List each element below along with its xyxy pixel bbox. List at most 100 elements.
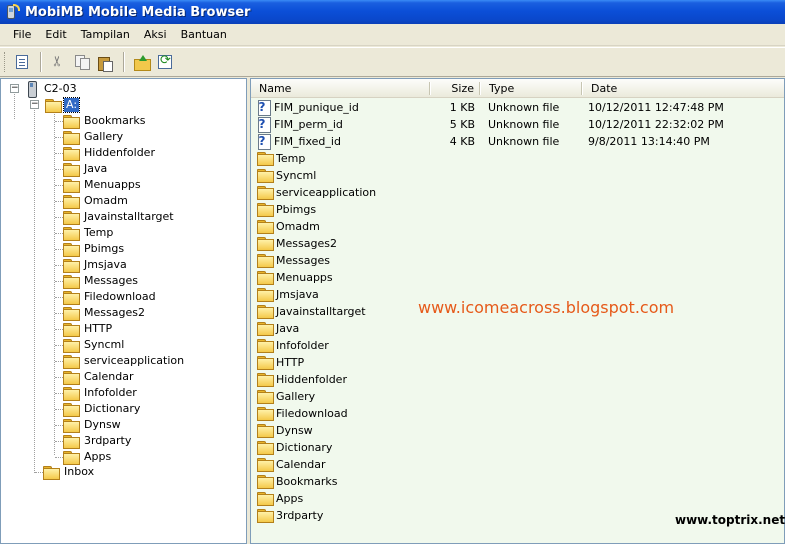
tree-item-folder[interactable]: Hiddenfolder [63,145,157,161]
column-header-type[interactable]: Type [481,79,581,98]
tree-item-folder[interactable]: HTTP [63,321,114,337]
tree-item-folder[interactable]: Messages2 [63,305,147,321]
tree-item-folder[interactable]: Javainstalltarget [63,209,176,225]
tree-item-folder[interactable]: Infofolder [63,385,139,401]
column-header-name[interactable]: Name [251,79,429,98]
folder-tree[interactable]: − C2-03 − A: Bookmarks Gallery Hiddenfolde… [0,78,247,544]
refresh-button[interactable] [154,51,176,73]
cut-button[interactable] [48,51,70,73]
menu-help[interactable]: Bantuan [174,26,234,43]
tree-item-folder[interactable]: Menuapps [63,177,143,193]
tree-item-folder[interactable]: 3rdparty [63,433,133,449]
tree-item-device[interactable]: − C2-03 [9,81,79,98]
tree-line [55,201,63,202]
list-item-folder[interactable]: HTTP [251,354,784,371]
folder-icon [257,152,274,166]
list-item-folder[interactable]: Filedownload [251,405,784,422]
menu-view[interactable]: Tampilan [74,26,137,43]
collapse-toggle[interactable]: − [30,100,39,109]
tree-item-label: Filedownload [84,290,156,303]
file-name: FIM_perm_id [274,118,343,131]
tree-line [55,233,63,234]
tree-item-folder[interactable]: Pbimgs [63,241,126,257]
list-item-folder[interactable]: Omadm [251,218,784,235]
menu-bar: File Edit Tampilan Aksi Bantuan [0,24,785,46]
folder-name-cell: Gallery [257,388,427,405]
tree-item-folder[interactable]: Syncml [63,337,126,353]
menu-file[interactable]: File [6,26,38,43]
list-header: Name Size Type Date [251,79,784,98]
collapse-toggle[interactable]: − [10,84,19,93]
folder-icon [63,130,80,145]
list-item-folder[interactable]: serviceapplication [251,184,784,201]
folder-name: Gallery [276,390,316,403]
unknown-file-icon [257,117,271,133]
list-item-folder[interactable]: Pbimgs [251,201,784,218]
folder-name-cell: Javainstalltarget [257,303,427,320]
list-item-folder[interactable]: Infofolder [251,337,784,354]
list-item-folder[interactable]: Syncml [251,167,784,184]
tree-item-folder[interactable]: Java [63,161,109,177]
list-item-folder[interactable]: Java [251,320,784,337]
list-item-file[interactable]: FIM_perm_id 5 KB Unknown file 10/12/2011 22… [251,116,784,133]
tree-line [55,265,63,266]
folder-name: Apps [276,492,304,505]
phone-icon [27,81,37,98]
tree-item-folder[interactable]: Dictionary [63,401,142,417]
tree-line [55,217,63,218]
up-folder-button[interactable] [131,51,153,73]
list-item-folder[interactable]: Calendar [251,456,784,473]
toolbar-grip[interactable] [4,52,7,72]
tree-item-inbox[interactable]: Inbox [43,464,96,480]
tree-item-folder[interactable]: Gallery [63,129,125,145]
paste-icon [98,55,113,72]
tree-line [55,137,63,138]
folder-icon [257,458,274,472]
folder-icon [257,220,274,234]
tree-item-label: Java [84,162,108,175]
list-item-folder[interactable]: Messages2 [251,235,784,252]
folder-name: Hiddenfolder [276,373,347,386]
list-item-file[interactable]: FIM_punique_id 1 KB Unknown file 10/12/2011… [251,99,784,116]
column-header-size[interactable]: Size [431,79,479,98]
tree-item-folder[interactable]: Omadm [63,193,130,209]
tree-item-folder[interactable]: Bookmarks [63,113,147,129]
tree-item-folder[interactable]: Calendar [63,369,135,385]
tree-item-folder[interactable]: Messages [63,273,140,289]
folder-icon [63,194,80,209]
file-name-cell: FIM_perm_id [257,116,427,133]
list-item-folder[interactable]: Temp [251,150,784,167]
column-header-date[interactable]: Date [583,79,783,98]
tree-item-folder[interactable]: Filedownload [63,289,158,305]
tree-item-folder[interactable]: serviceapplication [63,353,186,369]
tree-item-label: Pbimgs [84,242,125,255]
tree-item-label: Jmsjava [84,258,127,271]
tree-line [55,377,63,378]
menu-action[interactable]: Aksi [137,26,174,43]
tree-item-folder[interactable]: Jmsjava [63,257,129,273]
tree-item-drive[interactable]: − A: [29,97,81,113]
list-item-folder[interactable]: Gallery [251,388,784,405]
list-item-folder[interactable]: Bookmarks [251,473,784,490]
list-item-folder[interactable]: Dictionary [251,439,784,456]
list-item-folder[interactable]: Messages [251,252,784,269]
list-item-folder[interactable]: Hiddenfolder [251,371,784,388]
paste-button[interactable] [94,51,116,73]
list-item-folder[interactable]: Dynsw [251,422,784,439]
tree-item-folder[interactable]: Temp [63,225,115,241]
tree-item-label: Hiddenfolder [84,146,155,159]
tree-item-folder[interactable]: Dynsw [63,417,123,433]
list-item-file[interactable]: FIM_fixed_id 4 KB Unknown file 9/8/2011 13:… [251,133,784,150]
list-item-folder[interactable]: Apps [251,490,784,507]
folder-icon [257,509,274,523]
tree-item-label: Apps [84,450,112,463]
folder-icon [63,386,80,401]
menu-edit[interactable]: Edit [38,26,73,43]
copy-button[interactable] [71,51,93,73]
properties-button[interactable] [11,51,33,73]
tree-line [14,94,15,119]
list-item-folder[interactable]: Menuapps [251,269,784,286]
tree-item-folder[interactable]: Apps [63,449,113,465]
folder-name: Messages [276,254,330,267]
folder-name-cell: Apps [257,490,427,507]
